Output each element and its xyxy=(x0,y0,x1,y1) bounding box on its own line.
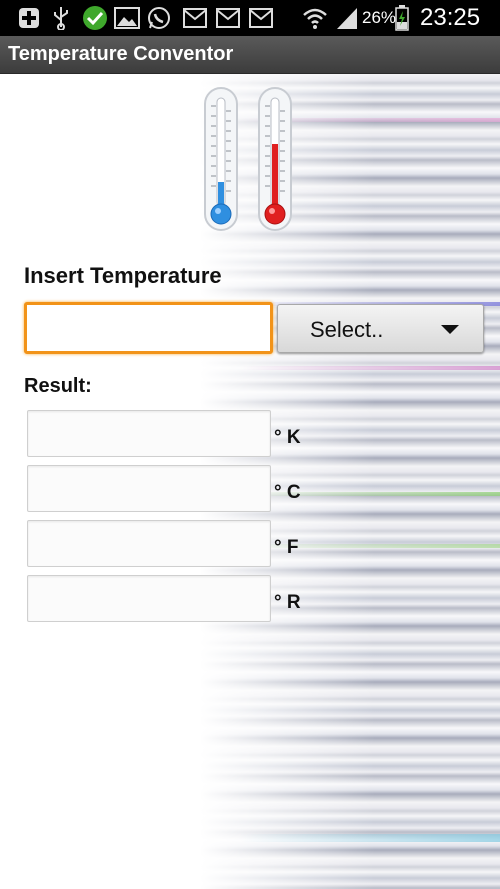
cold-thermometer-icon xyxy=(203,86,239,232)
add-icon xyxy=(16,5,42,31)
unit-label-kelvin: ° K xyxy=(274,427,301,448)
result-field-rankine[interactable] xyxy=(27,575,271,622)
result-field-fahrenheit[interactable] xyxy=(27,520,271,567)
hot-thermometer-icon xyxy=(257,86,293,232)
clock: 23:25 xyxy=(420,4,481,31)
signal-icon xyxy=(334,5,360,31)
gmail-icon xyxy=(215,5,241,31)
battery-percent: 26% xyxy=(362,8,397,27)
background-streak xyxy=(240,834,500,842)
usb-icon xyxy=(48,5,74,31)
status-bar: 26% 23:25 xyxy=(0,0,500,36)
app-title: Temperature Conventor xyxy=(8,43,234,65)
battery-icon xyxy=(394,5,410,31)
result-field-kelvin[interactable] xyxy=(27,410,271,457)
result-label: Result: xyxy=(24,375,92,397)
unit-select-dropdown[interactable]: Select.. xyxy=(277,304,484,353)
unit-label-rankine: ° R xyxy=(274,592,301,613)
insert-temperature-label: Insert Temperature xyxy=(24,263,222,288)
check-icon xyxy=(82,5,108,31)
temperature-input[interactable] xyxy=(24,302,273,354)
unit-label-celsius: ° C xyxy=(274,482,301,503)
result-field-celsius[interactable] xyxy=(27,465,271,512)
unit-select-value: Select.. xyxy=(310,317,384,342)
whatsapp-icon xyxy=(146,5,172,31)
gmail-icon xyxy=(248,5,274,31)
dropdown-arrow-icon xyxy=(441,325,459,334)
gmail-icon xyxy=(182,5,208,31)
image-icon xyxy=(114,5,140,31)
wifi-icon xyxy=(302,5,328,31)
app-title-bar: Temperature Conventor xyxy=(0,36,500,74)
background-streak xyxy=(240,366,500,370)
unit-label-fahrenheit: ° F xyxy=(274,537,299,558)
